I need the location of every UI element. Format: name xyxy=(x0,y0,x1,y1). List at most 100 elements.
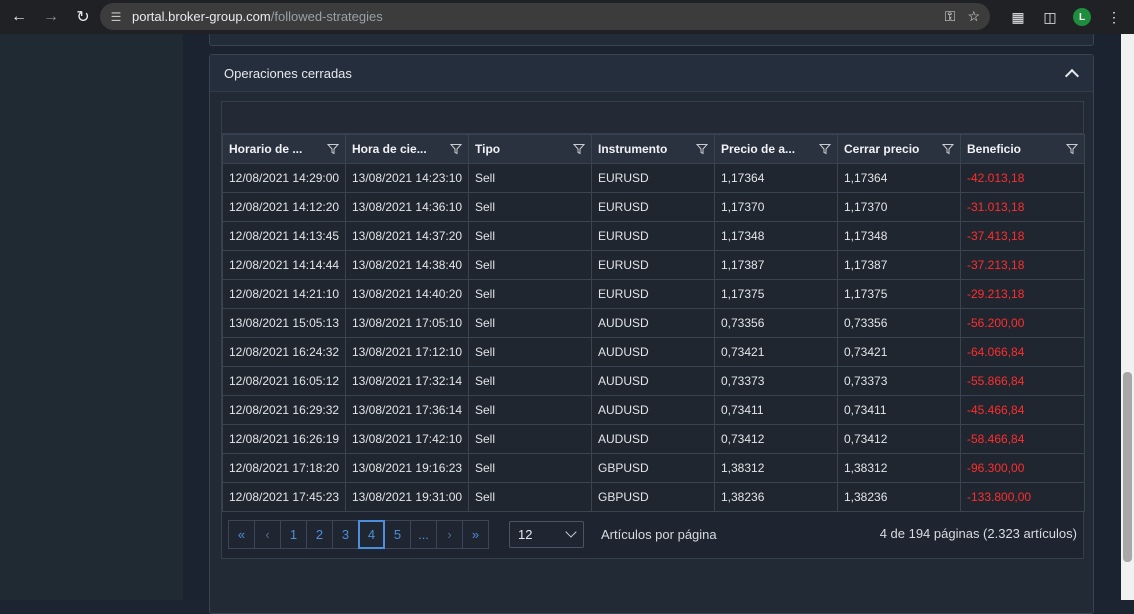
table-cell: 12/08/2021 16:26:19 xyxy=(222,424,346,454)
table-cell: 12/08/2021 14:14:44 xyxy=(222,250,346,280)
table-row[interactable]: 12/08/2021 16:24:32 13/08/2021 17:12:10 Se… xyxy=(222,337,1085,367)
chevron-down-icon xyxy=(565,526,577,538)
page-scrollbar[interactable] xyxy=(1121,34,1134,600)
previous-panel-bottom xyxy=(209,34,1094,46)
url-host: portal.broker-group.com xyxy=(132,9,271,24)
scrollbar-thumb[interactable] xyxy=(1123,372,1132,562)
table-cell: 0,73373 xyxy=(837,366,961,396)
star-icon[interactable]: ☆ xyxy=(967,8,980,25)
page-button[interactable]: 3 xyxy=(332,519,359,549)
table-cell: 13/08/2021 14:23:10 xyxy=(345,163,469,193)
address-bar[interactable]: ☰ portal.broker-group.com/followed-strat… xyxy=(100,3,990,30)
table-cell: 13/08/2021 14:38:40 xyxy=(345,250,469,280)
page-button[interactable]: 1 xyxy=(280,519,307,549)
table-cell: 13/08/2021 19:31:00 xyxy=(345,482,469,512)
table-row[interactable]: 12/08/2021 16:26:19 13/08/2021 17:42:10 Se… xyxy=(222,424,1085,454)
table-cell: Sell xyxy=(468,453,592,483)
table-cell: 13/08/2021 17:36:14 xyxy=(345,395,469,425)
table-cell: 13/08/2021 14:36:10 xyxy=(345,192,469,222)
table-cell: Sell xyxy=(468,192,592,222)
closed-operations-panel: Operaciones cerradas Horario de ... Hora … xyxy=(209,54,1094,614)
table-cell: EURUSD xyxy=(591,163,715,193)
left-sidebar xyxy=(0,34,183,600)
first-page-button[interactable]: « xyxy=(228,519,255,549)
forward-icon[interactable]: → xyxy=(36,2,66,32)
page-button[interactable]: 5 xyxy=(384,519,411,549)
next-page-button[interactable]: › xyxy=(436,519,463,549)
page-size-value: 12 xyxy=(518,526,533,542)
filter-icon[interactable] xyxy=(450,143,462,155)
browser-toolbar: ← → ↻ ☰ portal.broker-group.com/followed… xyxy=(0,0,1134,34)
menu-icon[interactable]: ⋮ xyxy=(1102,5,1126,29)
profile-avatar[interactable]: L xyxy=(1070,5,1094,29)
table-row[interactable]: 12/08/2021 14:14:44 13/08/2021 14:38:40 Se… xyxy=(222,250,1085,280)
page: Operaciones cerradas Horario de ... Hora … xyxy=(0,34,1134,614)
table-header-row: Horario de ... Hora de cie... Tipo Instrume… xyxy=(222,134,1085,164)
last-page-button[interactable]: » xyxy=(462,519,489,549)
table-cell: 12/08/2021 14:21:10 xyxy=(222,279,346,309)
panel-header[interactable]: Operaciones cerradas xyxy=(210,55,1093,92)
table-row[interactable]: 12/08/2021 16:29:32 13/08/2021 17:36:14 Se… xyxy=(222,395,1085,425)
page-button[interactable]: 2 xyxy=(306,519,333,549)
table-row[interactable]: 12/08/2021 14:21:10 13/08/2021 14:40:20 Se… xyxy=(222,279,1085,309)
filter-icon[interactable] xyxy=(942,143,954,155)
table-cell: 0,73411 xyxy=(714,395,838,425)
column-header[interactable]: Tipo xyxy=(468,134,592,164)
table-row[interactable]: 12/08/2021 14:29:00 13/08/2021 14:23:10 Se… xyxy=(222,163,1085,193)
extensions-icon[interactable]: ▦ xyxy=(1006,5,1030,29)
table-cell: -56.200,00 xyxy=(960,308,1085,338)
reload-icon[interactable]: ↻ xyxy=(68,2,98,32)
site-info-icon[interactable]: ☰ xyxy=(108,9,124,25)
table-cell: 12/08/2021 16:05:12 xyxy=(222,366,346,396)
page-button[interactable]: 4 xyxy=(358,519,385,549)
table-cell: EURUSD xyxy=(591,250,715,280)
table-cell: Sell xyxy=(468,163,592,193)
table-row[interactable]: 13/08/2021 15:05:13 13/08/2021 17:05:10 Se… xyxy=(222,308,1085,338)
side-panel-icon[interactable]: ◫ xyxy=(1038,5,1062,29)
table-row[interactable]: 12/08/2021 14:13:45 13/08/2021 14:37:20 Se… xyxy=(222,221,1085,251)
table-cell: EURUSD xyxy=(591,279,715,309)
prev-page-button[interactable]: ‹ xyxy=(254,519,281,549)
table-body: 12/08/2021 14:29:00 13/08/2021 14:23:10 Se… xyxy=(222,163,1085,512)
column-header-label: Tipo xyxy=(475,142,501,156)
table-cell: 1,17387 xyxy=(837,250,961,280)
table-cell: 12/08/2021 16:24:32 xyxy=(222,337,346,367)
more-pages-button[interactable]: ... xyxy=(410,519,437,549)
table-cell: 1,17364 xyxy=(714,163,838,193)
column-header-label: Cerrar precio xyxy=(844,142,920,156)
table-cell: GBPUSD xyxy=(591,482,715,512)
column-header[interactable]: Hora de cie... xyxy=(345,134,469,164)
column-header[interactable]: Cerrar precio xyxy=(837,134,961,164)
table-row[interactable]: 12/08/2021 17:45:23 13/08/2021 19:31:00 Se… xyxy=(222,482,1085,512)
table-cell: -133.800,00 xyxy=(960,482,1085,512)
table-cell: AUDUSD xyxy=(591,308,715,338)
key-icon[interactable]: ⚿ xyxy=(945,8,956,25)
table-cell: 0,73356 xyxy=(837,308,961,338)
filter-icon[interactable] xyxy=(696,143,708,155)
table-cell: Sell xyxy=(468,337,592,367)
pagination: « ‹ 1 2 3 4 5... › » 12 Artículos por página xyxy=(228,519,717,549)
url-path: /followed-strategies xyxy=(270,9,383,24)
column-header[interactable]: Horario de ... xyxy=(222,134,346,164)
filter-icon[interactable] xyxy=(1066,143,1078,155)
chevron-up-icon[interactable] xyxy=(1063,65,1079,81)
table-cell: -31.013,18 xyxy=(960,192,1085,222)
table-cell: Sell xyxy=(468,308,592,338)
back-icon[interactable]: ← xyxy=(4,2,34,32)
table-cell: Sell xyxy=(468,221,592,251)
table-row[interactable]: 12/08/2021 16:05:12 13/08/2021 17:32:14 Se… xyxy=(222,366,1085,396)
filter-icon[interactable] xyxy=(327,143,339,155)
table-cell: Sell xyxy=(468,395,592,425)
column-header[interactable]: Instrumento xyxy=(591,134,715,164)
main-content: Operaciones cerradas Horario de ... Hora … xyxy=(183,34,1121,614)
filter-icon[interactable] xyxy=(819,143,831,155)
url-text[interactable]: portal.broker-group.com/followed-strateg… xyxy=(132,9,383,24)
table-cell: Sell xyxy=(468,366,592,396)
table-cell: -64.066,84 xyxy=(960,337,1085,367)
page-size-select[interactable]: 12 xyxy=(509,520,584,548)
table-row[interactable]: 12/08/2021 14:12:20 13/08/2021 14:36:10 Se… xyxy=(222,192,1085,222)
table-row[interactable]: 12/08/2021 17:18:20 13/08/2021 19:16:23 Se… xyxy=(222,453,1085,483)
filter-icon[interactable] xyxy=(573,143,585,155)
column-header[interactable]: Precio de a... xyxy=(714,134,838,164)
column-header[interactable]: Beneficio xyxy=(960,134,1085,164)
